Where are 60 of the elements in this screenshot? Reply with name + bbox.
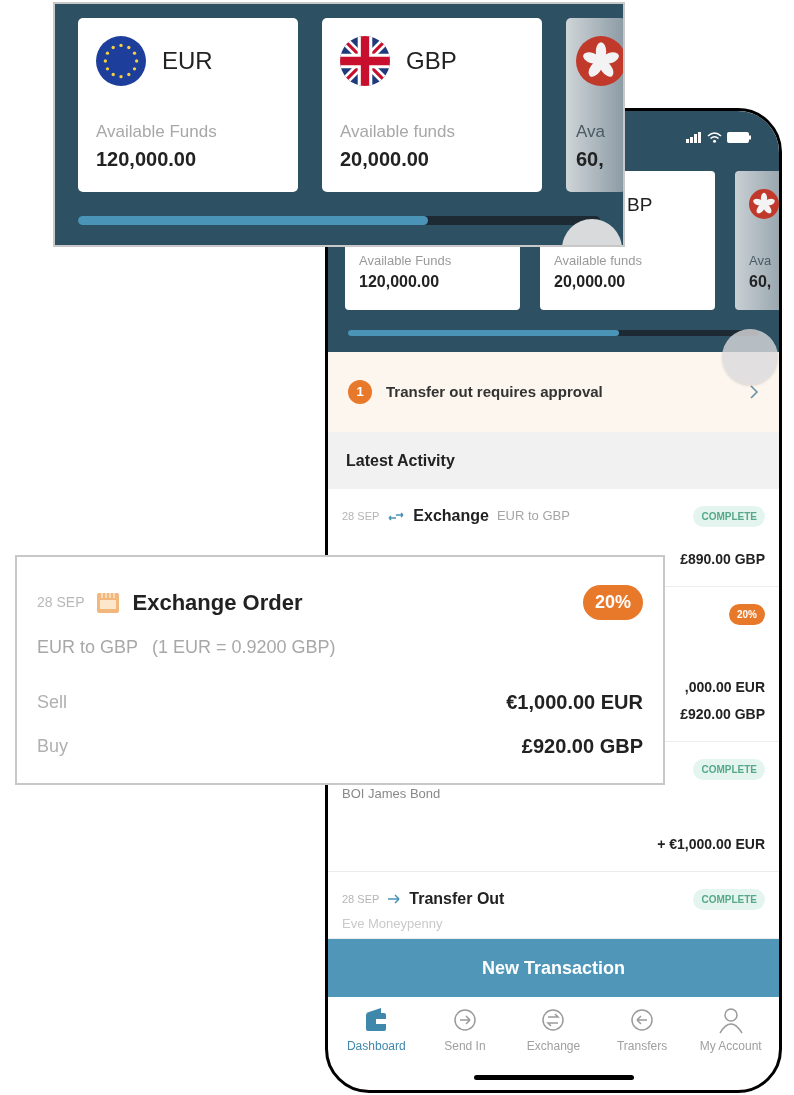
- currency-pair: EUR to GBP: [37, 636, 139, 659]
- activity-title: Transfer Out: [409, 889, 505, 909]
- hk-flag-icon: [576, 36, 623, 86]
- approval-banner[interactable]: 1 Transfer out requires approval: [328, 352, 779, 432]
- section-title: Latest Activity: [346, 450, 455, 471]
- exchange-rate: (1 EUR = 0.9200 GBP): [152, 636, 336, 659]
- exchange-arrows-icon: [387, 510, 406, 522]
- activity-detail: BOI James Bond: [342, 785, 442, 803]
- status-badge: 20%: [729, 603, 765, 625]
- calendar-icon: [96, 591, 121, 614]
- funds-label: Available Funds: [359, 251, 453, 270]
- status-badge: 20%: [582, 585, 643, 620]
- line-amount: €1,000.00 EUR: [506, 690, 643, 715]
- funds-label: Available Funds: [96, 120, 218, 143]
- activity-amount: ,000.00 EUR: [684, 678, 765, 697]
- eu-flag-icon: [96, 36, 146, 86]
- scroll-thumb[interactable]: [348, 330, 620, 336]
- currency-card[interactable]: GBP Available funds 20,000.00: [322, 18, 542, 192]
- funds-label: Available funds: [554, 251, 643, 270]
- status-badge: COMPLETE: [693, 888, 765, 910]
- activity-amount: £890.00 GBP: [680, 550, 765, 569]
- status-badge: COMPLETE: [693, 505, 765, 527]
- uk-flag-icon: [340, 36, 390, 86]
- tab-bar-item[interactable]: Dashboard: [332, 997, 421, 1062]
- wifi-icon: [707, 131, 722, 143]
- activity-date: 28 SEP: [342, 508, 380, 524]
- chevron-right-icon: [750, 385, 759, 399]
- scroll-thumb[interactable]: [78, 216, 428, 225]
- currency-card[interactable]: EUR Available Funds 120,000.00: [78, 18, 298, 192]
- count-badge: 1: [348, 380, 372, 404]
- line-label: Sell: [37, 690, 67, 714]
- currency-card[interactable]: Ava 60,: [735, 171, 779, 310]
- currency-code: EUR: [162, 46, 213, 76]
- activity-subtitle: EUR to GBP: [496, 507, 570, 526]
- activity-title: Exchange: [413, 506, 489, 526]
- order-title: Exchange Order: [132, 589, 303, 617]
- activity-date: 28 SEP: [342, 891, 380, 907]
- status-badge: COMPLETE: [693, 758, 765, 780]
- funds-amount: 120,000.00: [359, 272, 441, 292]
- order-date: 28 SEP: [37, 593, 85, 612]
- alert-text: Transfer out requires approval: [386, 381, 603, 402]
- currency-code: GBP: [406, 46, 457, 76]
- funds-label: Available funds: [340, 120, 456, 143]
- funds-amount: 60,: [576, 147, 605, 172]
- signal-icon: [686, 131, 702, 143]
- battery-icon: [727, 131, 751, 143]
- hk-flag-icon: [749, 189, 779, 219]
- arrow-right-icon: [387, 894, 402, 904]
- funds-amount: 20,000.00: [554, 272, 627, 292]
- currency-card[interactable]: Ava 60,: [566, 18, 623, 192]
- funds-label: Ava: [576, 120, 606, 143]
- funds-amount: 120,000.00: [96, 147, 198, 172]
- currency-code: BP: [626, 192, 653, 217]
- line-amount: £920.00 GBP: [521, 734, 643, 759]
- line-label: Buy: [37, 734, 69, 758]
- funds-label: Ava: [749, 251, 773, 270]
- funds-amount: 60,: [749, 272, 773, 292]
- funds-amount: 20,000.00: [340, 147, 430, 172]
- activity-amount: £920.00 GBP: [680, 705, 765, 724]
- activity-amount: + €1,000.00 EUR: [657, 835, 765, 854]
